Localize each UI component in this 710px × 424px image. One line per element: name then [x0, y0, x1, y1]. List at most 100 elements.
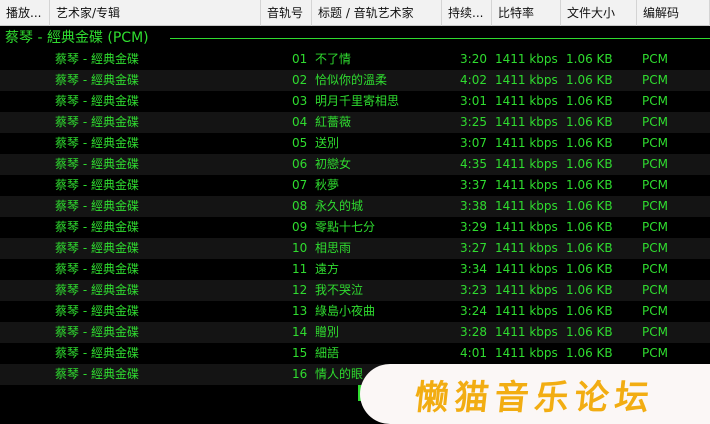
track-codec: PCM — [642, 157, 668, 171]
track-bitrate: 1411 kbps — [495, 94, 558, 108]
group-divider-line — [170, 38, 710, 39]
table-row[interactable]: 蔡琴 - 經典金碟 12 我不哭泣 3:23 1411 kbps 1.06 KB PCM — [0, 280, 710, 301]
track-bitrate: 1411 kbps — [495, 178, 558, 192]
track-filesize: 1.06 KB — [566, 199, 613, 213]
table-row[interactable]: 蔡琴 - 經典金碟 03 明月千里寄相思 3:01 1411 kbps 1.06 KB PC… — [0, 91, 710, 112]
track-duration: 3:07 — [460, 136, 487, 150]
track-duration: 4:35 — [460, 157, 487, 171]
table-row[interactable]: 蔡琴 - 經典金碟 08 永久的城 3:38 1411 kbps 1.06 KB PCM — [0, 196, 710, 217]
track-number: 13 — [292, 304, 308, 318]
table-row[interactable]: 蔡琴 - 經典金碟 04 紅薔薇 3:25 1411 kbps 1.06 KB PCM — [0, 112, 710, 133]
column-header-codec[interactable]: 编解码 — [637, 0, 710, 26]
table-row[interactable]: 蔡琴 - 經典金碟 10 相思雨 3:27 1411 kbps 1.06 KB PCM — [0, 238, 710, 259]
track-number: 10 — [292, 241, 308, 255]
track-number: 04 — [292, 115, 308, 129]
track-bitrate: 1411 kbps — [495, 115, 558, 129]
track-number: 08 — [292, 199, 308, 213]
track-bitrate: 1411 kbps — [495, 262, 558, 276]
track-filesize: 1.06 KB — [566, 304, 613, 318]
track-number: 15 — [292, 346, 308, 360]
column-header-artist-album[interactable]: 艺术家/专辑 — [50, 0, 261, 26]
track-number: 11 — [292, 262, 308, 276]
track-number: 02 — [292, 73, 308, 87]
track-filesize: 1.06 KB — [566, 178, 613, 192]
column-header-playing[interactable]: 播放... — [0, 0, 50, 26]
track-album: 蔡琴 - 經典金碟 — [55, 73, 139, 87]
track-codec: PCM — [642, 325, 668, 339]
track-duration: 4:02 — [460, 73, 487, 87]
track-duration: 3:28 — [460, 325, 487, 339]
track-bitrate: 1411 kbps — [495, 73, 558, 87]
track-codec: PCM — [642, 136, 668, 150]
track-number: 14 — [292, 325, 308, 339]
track-number: 03 — [292, 94, 308, 108]
track-filesize: 1.06 KB — [566, 157, 613, 171]
track-filesize: 1.06 KB — [566, 136, 613, 150]
track-codec: PCM — [642, 283, 668, 297]
track-title: 紅薔薇 — [315, 115, 352, 129]
track-album: 蔡琴 - 經典金碟 — [55, 304, 139, 318]
track-filesize: 1.06 KB — [566, 346, 613, 360]
track-title: 初戀女 — [315, 157, 352, 171]
track-album: 蔡琴 - 經典金碟 — [55, 52, 139, 66]
track-number: 01 — [292, 52, 308, 66]
track-duration: 4:01 — [460, 346, 487, 360]
track-title: 細語 — [315, 346, 340, 360]
table-row[interactable]: 蔡琴 - 經典金碟 09 零點十七分 3:29 1411 kbps 1.06 KB PCM — [0, 217, 710, 238]
track-codec: PCM — [642, 241, 668, 255]
track-codec: PCM — [642, 73, 668, 87]
table-row[interactable]: 蔡琴 - 經典金碟 05 送別 3:07 1411 kbps 1.06 KB PCM — [0, 133, 710, 154]
track-codec: PCM — [642, 178, 668, 192]
track-codec: PCM — [642, 262, 668, 276]
album-group-header[interactable]: 蔡琴 - 經典金碟 (PCM) — [0, 28, 710, 48]
column-header-track-no[interactable]: 音轨号 — [261, 0, 312, 26]
track-bitrate: 1411 kbps — [495, 304, 558, 318]
track-filesize: 1.06 KB — [566, 283, 613, 297]
track-duration: 3:23 — [460, 283, 487, 297]
table-row[interactable]: 蔡琴 - 經典金碟 14 贈別 3:28 1411 kbps 1.06 KB PCM — [0, 322, 710, 343]
table-row[interactable]: 蔡琴 - 經典金碟 15 細語 4:01 1411 kbps 1.06 KB PCM — [0, 343, 710, 364]
track-number: 07 — [292, 178, 308, 192]
track-number: 16 — [292, 367, 308, 381]
track-title: 明月千里寄相思 — [315, 94, 400, 108]
table-row[interactable]: 蔡琴 - 經典金碟 07 秋夢 3:37 1411 kbps 1.06 KB PCM — [0, 175, 710, 196]
track-bitrate: 1411 kbps — [495, 325, 558, 339]
column-header-filesize[interactable]: 文件大小 — [561, 0, 637, 26]
track-album: 蔡琴 - 經典金碟 — [55, 178, 139, 192]
table-row[interactable]: 蔡琴 - 經典金碟 01 不了情 3:20 1411 kbps 1.06 KB PCM — [0, 49, 710, 70]
track-title: 遠方 — [315, 262, 340, 276]
track-list: 蔡琴 - 經典金碟 01 不了情 3:20 1411 kbps 1.06 KB PCM 蔡琴 … — [0, 49, 710, 385]
album-group-title: 蔡琴 - 經典金碟 (PCM) — [5, 30, 149, 46]
track-album: 蔡琴 - 經典金碟 — [55, 241, 139, 255]
track-title: 我不哭泣 — [315, 283, 364, 297]
track-codec: PCM — [642, 115, 668, 129]
track-bitrate: 1411 kbps — [495, 283, 558, 297]
track-title: 相思雨 — [315, 241, 352, 255]
track-duration: 3:20 — [460, 52, 487, 66]
track-title: 送別 — [315, 136, 340, 150]
track-codec: PCM — [642, 220, 668, 234]
track-codec: PCM — [642, 94, 668, 108]
track-codec: PCM — [642, 199, 668, 213]
track-album: 蔡琴 - 經典金碟 — [55, 367, 139, 381]
watermark-text: 懒猫音乐论坛 — [412, 377, 657, 418]
track-codec: PCM — [642, 346, 668, 360]
column-header-bitrate[interactable]: 比特率 — [492, 0, 561, 26]
track-album: 蔡琴 - 經典金碟 — [55, 136, 139, 150]
track-duration: 3:25 — [460, 115, 487, 129]
table-row[interactable]: 蔡琴 - 經典金碟 13 綠島小夜曲 3:24 1411 kbps 1.06 KB PCM — [0, 301, 710, 322]
track-title: 秋夢 — [315, 178, 340, 192]
track-album: 蔡琴 - 經典金碟 — [55, 325, 139, 339]
track-album: 蔡琴 - 經典金碟 — [55, 157, 139, 171]
table-row[interactable]: 蔡琴 - 經典金碟 02 恰似你的溫柔 4:02 1411 kbps 1.06 KB PCM — [0, 70, 710, 91]
table-row[interactable]: 蔡琴 - 經典金碟 06 初戀女 4:35 1411 kbps 1.06 KB PCM — [0, 154, 710, 175]
column-header-title[interactable]: 标题 / 音轨艺术家 — [312, 0, 442, 26]
track-bitrate: 1411 kbps — [495, 241, 558, 255]
column-header-duration[interactable]: 持续... — [442, 0, 492, 26]
track-filesize: 1.06 KB — [566, 325, 613, 339]
table-row[interactable]: 蔡琴 - 經典金碟 11 遠方 3:34 1411 kbps 1.06 KB PCM — [0, 259, 710, 280]
track-filesize: 1.06 KB — [566, 262, 613, 276]
track-title: 永久的城 — [315, 199, 364, 213]
track-album: 蔡琴 - 經典金碟 — [55, 346, 139, 360]
track-album: 蔡琴 - 經典金碟 — [55, 199, 139, 213]
